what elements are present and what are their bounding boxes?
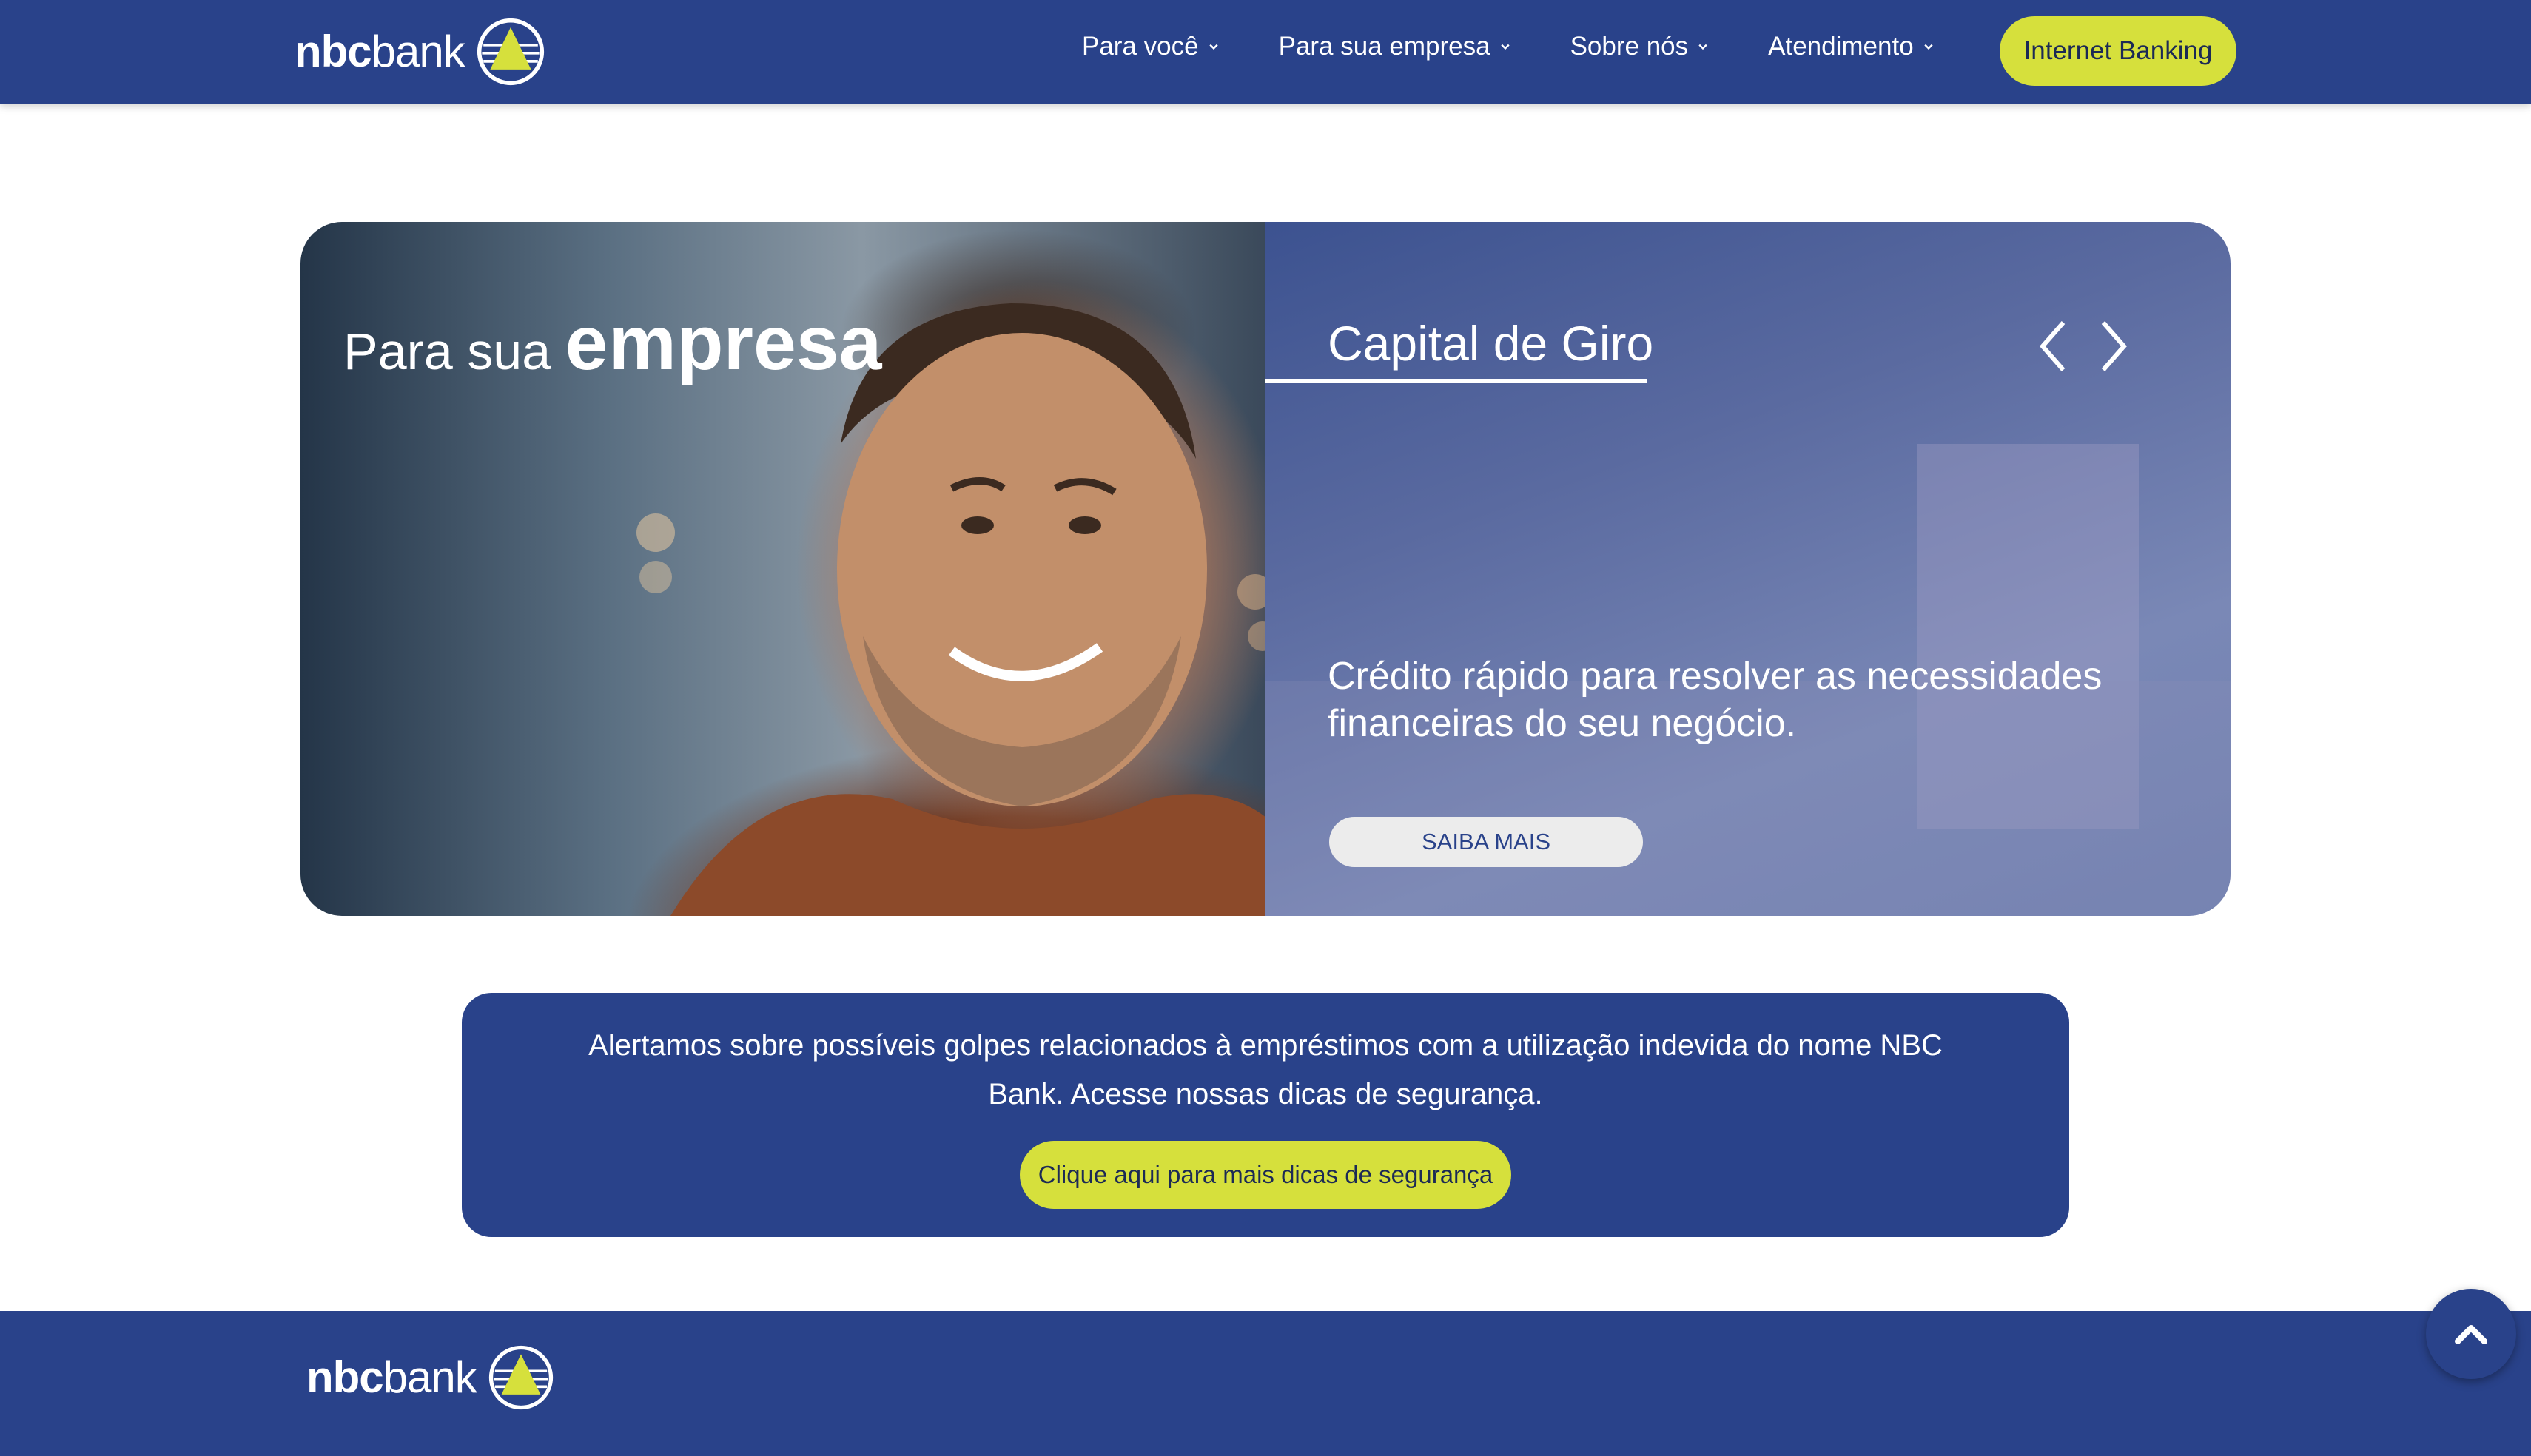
nav-item-para-sua-empresa[interactable]: Para sua empresa xyxy=(1279,32,1510,61)
nbc-triangle-emblem-icon xyxy=(488,1345,553,1410)
logo-wordmark: nbcbank xyxy=(295,30,465,74)
logo-wordmark-light: bank xyxy=(371,27,465,76)
footer: nbcbank xyxy=(0,1311,2531,1456)
footer-logo-wordmark-light: bank xyxy=(383,1352,477,1402)
chevron-right-icon[interactable] xyxy=(2091,317,2136,376)
nbcbank-logo[interactable]: nbcbank xyxy=(295,18,545,86)
main-nav: Para você Para sua empresa Sobre nós Ate… xyxy=(1082,0,1994,93)
nav-item-label: Sobre nós xyxy=(1570,32,1689,61)
hero-photo-title: Para sua empresa xyxy=(343,305,881,382)
chevron-down-icon xyxy=(1924,44,1933,50)
nav-item-label: Para sua empresa xyxy=(1278,32,1490,61)
chevron-down-icon xyxy=(1209,44,1218,50)
chevron-up-icon xyxy=(2455,1325,2487,1344)
slide-title-underline xyxy=(1266,379,1647,383)
security-alert-box: Alertamos sobre possíveis golpes relacio… xyxy=(462,993,2069,1237)
footer-logo-wordmark: nbcbank xyxy=(306,1355,477,1400)
hero-photo-title-emphasis: empresa xyxy=(565,300,882,386)
slide-description: Crédito rápido para resolver as necessid… xyxy=(1328,655,2103,745)
logo-wordmark-bold: nbc xyxy=(295,27,372,76)
internet-banking-button[interactable]: Internet Banking xyxy=(2000,16,2236,86)
top-navigation-bar: nbcbank Para você Para sua empresa Sobre… xyxy=(0,0,2531,104)
nav-item-atendimento[interactable]: Atendimento xyxy=(1768,32,1933,61)
nav-item-sobre-nos[interactable]: Sobre nós xyxy=(1570,32,1708,61)
chevron-left-icon[interactable] xyxy=(2031,317,2075,376)
chevron-down-icon xyxy=(1698,44,1707,50)
hero-photo-title-prefix: Para sua xyxy=(343,323,551,380)
nav-item-label: Para você xyxy=(1082,32,1199,61)
footer-nbcbank-logo[interactable]: nbcbank xyxy=(306,1345,554,1410)
hero-photo-smiling-man: Para sua empresa xyxy=(300,222,1322,916)
saiba-mais-button[interactable]: SAIBA MAIS xyxy=(1329,817,1643,867)
security-alert-text: Alertamos sobre possíveis golpes relacio… xyxy=(588,1029,1943,1110)
scroll-to-top-button[interactable] xyxy=(2426,1289,2516,1379)
nav-item-label: Atendimento xyxy=(1768,32,1914,61)
footer-logo-wordmark-bold: nbc xyxy=(306,1352,384,1402)
nav-item-para-voce[interactable]: Para você xyxy=(1082,32,1218,61)
nbc-triangle-emblem-icon xyxy=(477,18,544,86)
chevron-down-icon xyxy=(1500,44,1510,50)
hero-carousel: Para sua empresa Capital de Giro Crédito… xyxy=(300,222,2231,916)
security-tips-button[interactable]: Clique aqui para mais dicas de segurança xyxy=(1020,1141,1511,1209)
slide-title: Capital de Giro xyxy=(1328,316,1654,371)
